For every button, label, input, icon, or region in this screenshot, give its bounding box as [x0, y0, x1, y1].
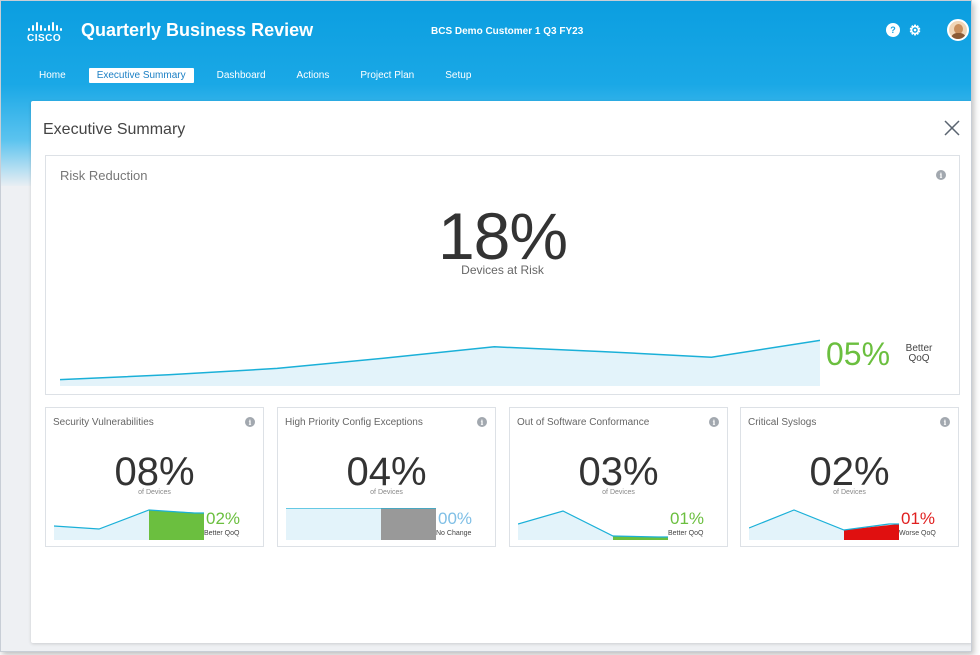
panel-title: Executive Summary [43, 121, 186, 138]
card-delta-label: Worse QoQ [899, 530, 936, 537]
software-conformance-card: Out of Software Conformance i 03% of Dev… [509, 407, 728, 547]
avatar[interactable] [947, 19, 969, 41]
card-title: High Priority Config Exceptions [285, 417, 423, 428]
main-nav: Home Executive Summary Dashboard Actions… [31, 67, 494, 83]
risk-reduction-card: Risk Reduction i 18% Devices at Risk 05%… [45, 155, 960, 395]
close-icon[interactable] [943, 119, 961, 137]
card-delta: 00% [438, 509, 473, 528]
card-unit: of Devices [602, 489, 635, 496]
critical-syslogs-card: Critical Syslogs i 02% of Devices 01% Wo… [740, 407, 959, 547]
info-icon[interactable]: i [936, 170, 946, 180]
mini-change-segment [149, 510, 204, 540]
app-title: Quarterly Business Review [81, 20, 314, 40]
customer-name: BCS Demo Customer 1 Q3 FY23 [431, 26, 584, 37]
executive-summary-panel: Executive Summary Risk Reduction i 18% D… [31, 101, 971, 643]
risk-change-value: 05% [826, 336, 891, 372]
card-delta: 01% [901, 509, 936, 528]
card-delta-label: Better QoQ [204, 530, 240, 537]
help-icon[interactable]: ? [886, 23, 900, 37]
mini-trend-chart [749, 509, 899, 540]
mini-trend-chart [286, 508, 436, 540]
card-title: Critical Syslogs [748, 417, 817, 428]
gear-icon[interactable]: ⚙ [908, 22, 922, 38]
card-unit: of Devices [833, 489, 866, 496]
nav-setup[interactable]: Setup [437, 68, 479, 83]
security-vulnerabilities-card: Security Vulnerabilities i 08% of Device… [45, 407, 264, 547]
card-title: Out of Software Conformance [517, 417, 650, 428]
risk-card-title: Risk Reduction [60, 168, 148, 183]
info-icon[interactable]: i [940, 417, 950, 427]
risk-trend-area [60, 340, 820, 386]
info-icon[interactable]: i [245, 417, 255, 427]
cisco-logo: CISCO [27, 21, 67, 47]
mini-trend-chart [54, 509, 204, 540]
nav-dashboard[interactable]: Dashboard [209, 68, 274, 83]
card-title: Security Vulnerabilities [53, 417, 154, 428]
card-unit: of Devices [370, 489, 403, 496]
nav-project-plan[interactable]: Project Plan [352, 68, 422, 83]
info-icon[interactable]: i [709, 417, 719, 427]
nav-executive-summary[interactable]: Executive Summary [88, 67, 194, 83]
nav-home[interactable]: Home [31, 68, 74, 83]
nav-actions[interactable]: Actions [289, 68, 338, 83]
risk-trend-chart [60, 339, 820, 386]
mini-trend-chart [518, 510, 668, 540]
risk-subtitle: Devices at Risk [461, 263, 544, 277]
app-window: CISCO Quarterly Business Review BCS Demo… [0, 0, 972, 652]
risk-change-label: Better QoQ [905, 343, 933, 364]
card-delta: 02% [206, 509, 241, 528]
card-delta: 01% [670, 509, 705, 528]
card-unit: of Devices [138, 489, 171, 496]
card-delta-label: No Change [436, 530, 472, 537]
card-delta-label: Better QoQ [668, 530, 704, 537]
config-exceptions-card: High Priority Config Exceptions i 04% of… [277, 407, 496, 547]
mini-change-segment [381, 508, 436, 540]
info-icon[interactable]: i [477, 417, 487, 427]
